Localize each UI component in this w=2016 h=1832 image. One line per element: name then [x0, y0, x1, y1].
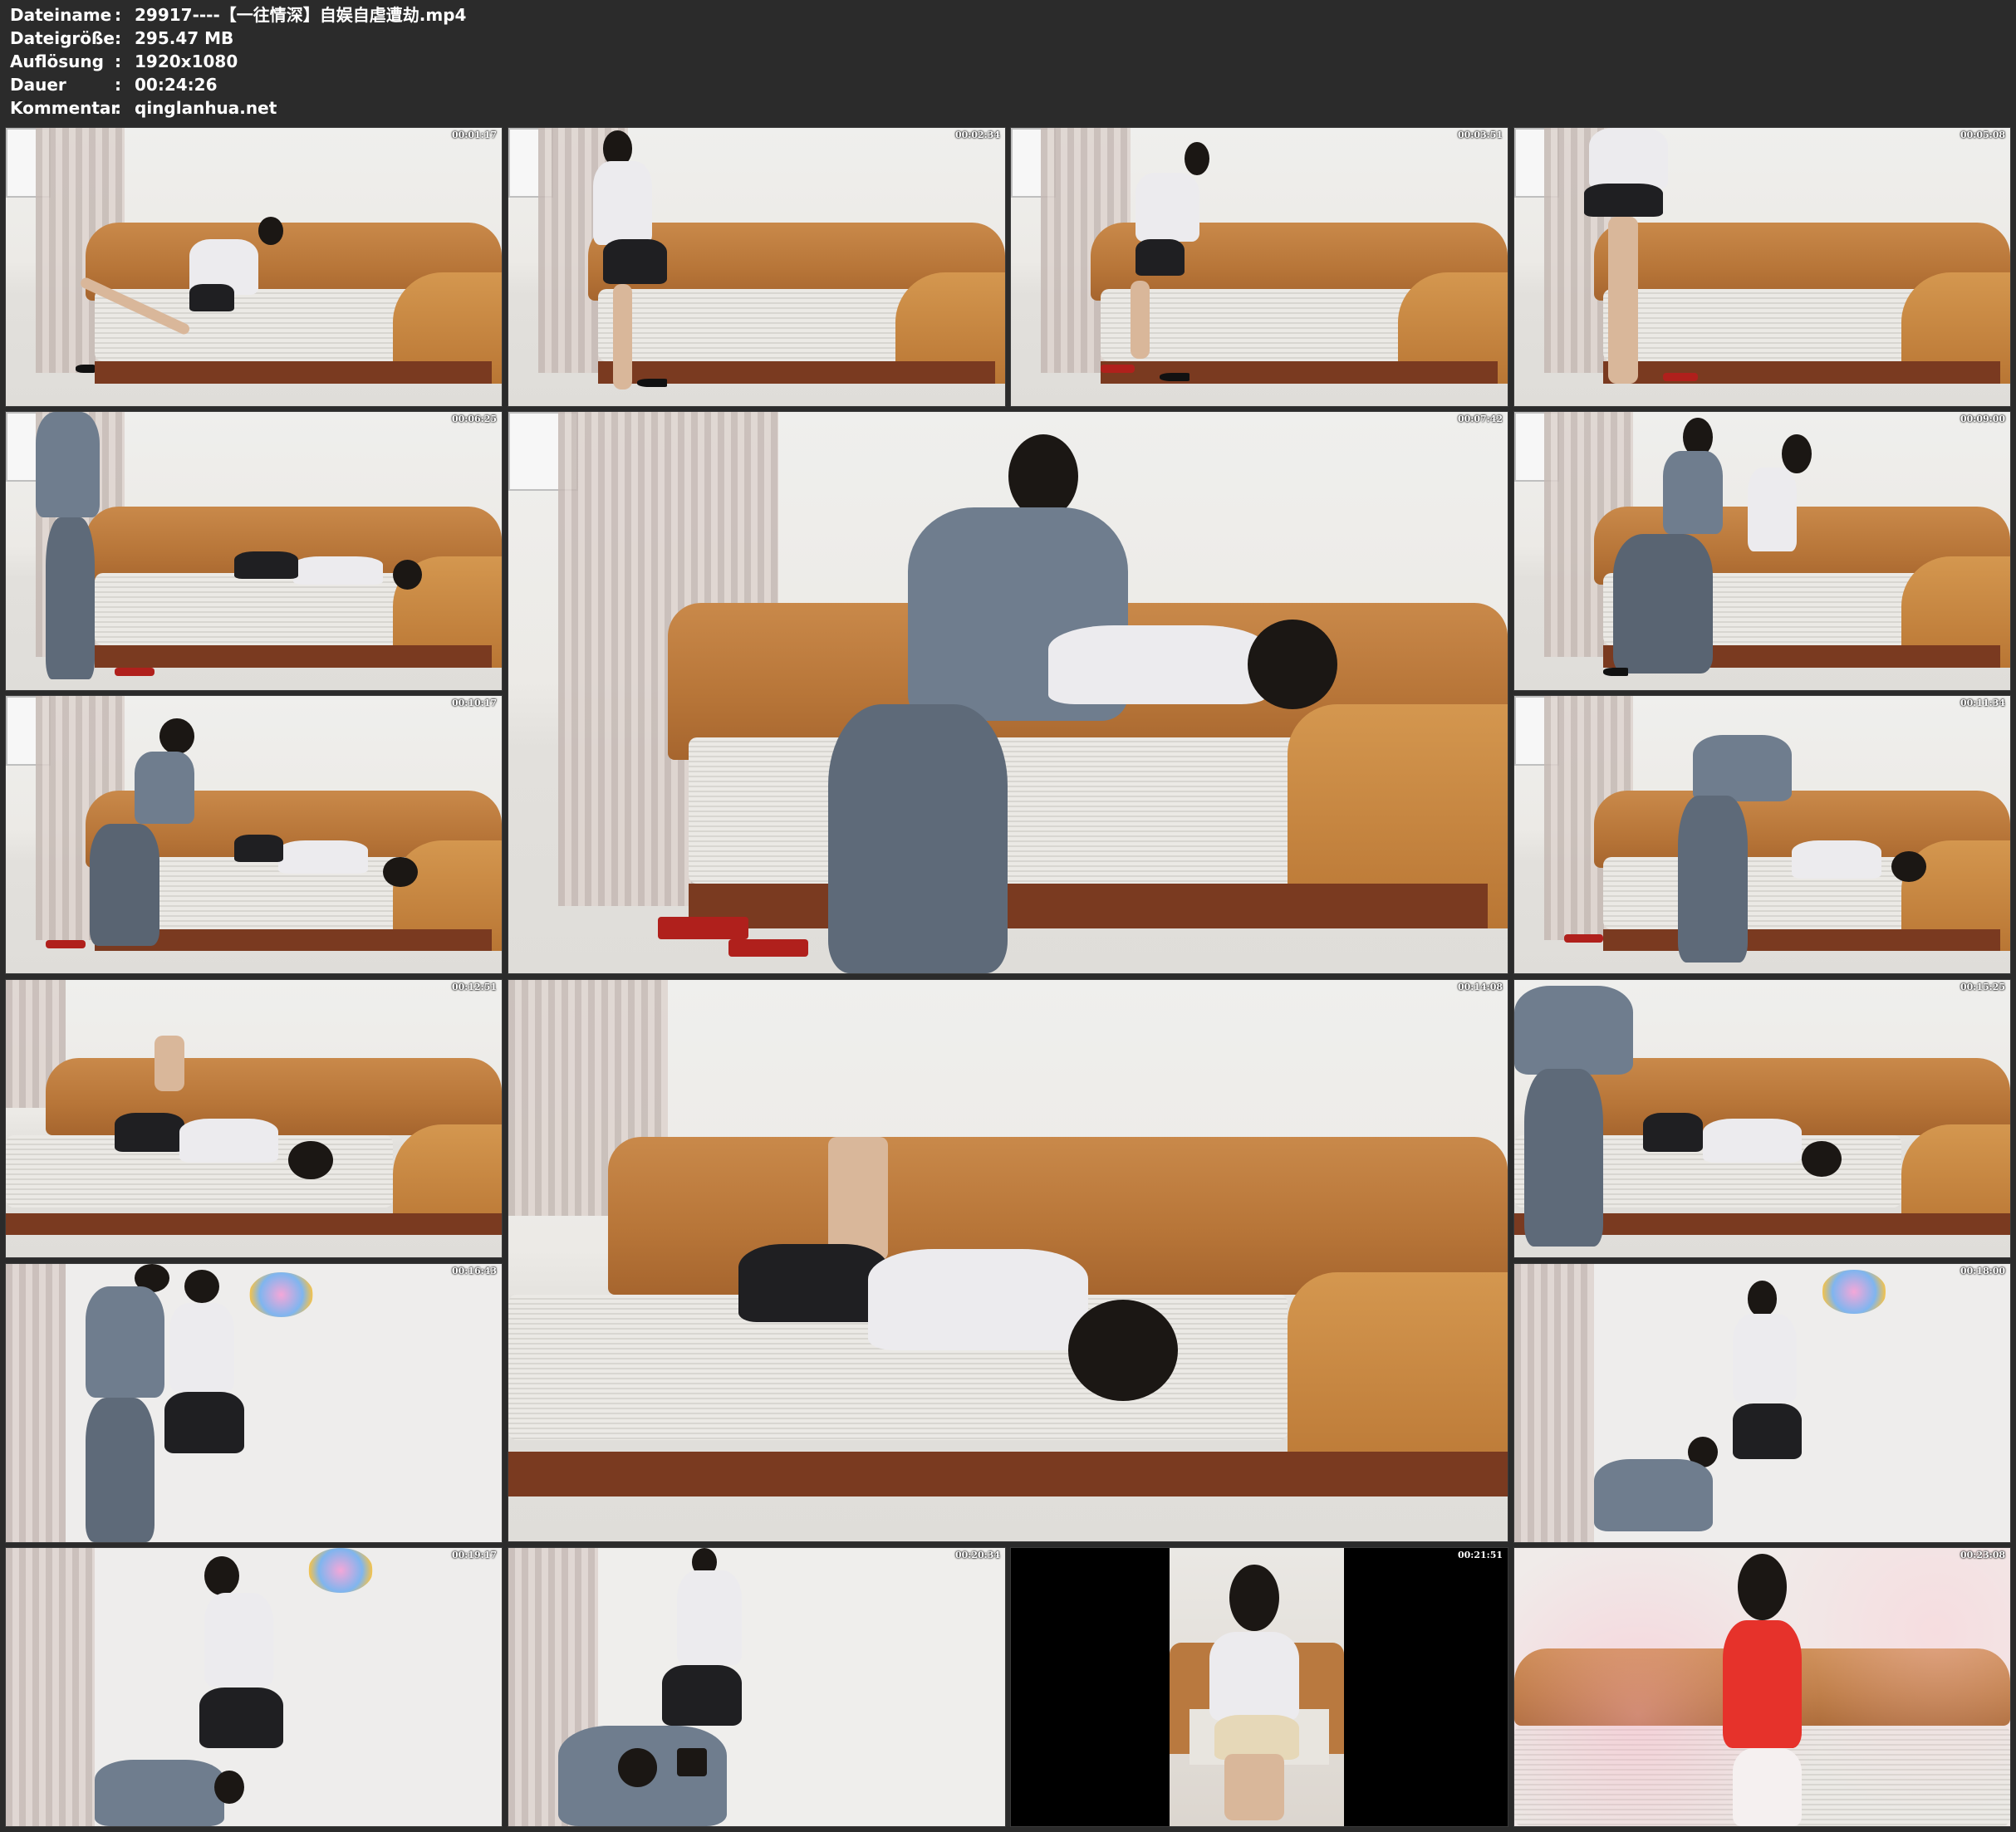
- file-info-label: Dauer: [10, 75, 66, 95]
- video-thumbnail[interactable]: 00:07:42: [508, 411, 1508, 974]
- file-info-separator: :: [115, 5, 121, 25]
- thumbnail-timestamp: 00:15:25: [1960, 982, 2005, 992]
- thumbnail-image: [6, 696, 502, 973]
- thumbnail-image: [1011, 128, 1508, 406]
- thumbnail-timestamp: 00:03:51: [1457, 130, 1503, 140]
- video-thumbnail[interactable]: 00:16:43: [5, 1263, 503, 1543]
- video-thumbnail[interactable]: 00:06:25: [5, 411, 503, 691]
- video-thumbnail[interactable]: 00:23:08: [1513, 1547, 2011, 1827]
- video-thumbnail[interactable]: 00:09:00: [1513, 411, 2011, 691]
- thumbnail-image: [508, 128, 1005, 406]
- thumbnail-image: [1514, 1548, 2010, 1826]
- file-info-separator: :: [115, 75, 121, 95]
- thumbnail-timestamp: 00:10:17: [451, 698, 497, 708]
- thumbnail-image: [1514, 412, 2010, 690]
- video-thumbnail[interactable]: 00:12:51: [5, 979, 503, 1258]
- thumbnail-image: [508, 980, 1508, 1541]
- file-info-label: Auflösung: [10, 51, 104, 71]
- thumbnail-timestamp: 00:02:34: [954, 130, 1000, 140]
- thumbnail-image: [1514, 1264, 2010, 1542]
- thumbnail-image: [1514, 128, 2010, 406]
- video-thumbnail[interactable]: 00:10:17: [5, 695, 503, 974]
- video-thumbnail[interactable]: 00:01:17: [5, 127, 503, 407]
- video-thumbnail[interactable]: 00:02:34: [508, 127, 1006, 407]
- thumbnail-image: [6, 1264, 502, 1542]
- file-info-value-filename: 29917----【一往情深】自娱自虐遭劫.mp4: [135, 5, 467, 25]
- thumbnail-timestamp: 00:05:08: [1960, 130, 2005, 140]
- thumbnail-timestamp: 00:16:43: [451, 1266, 497, 1276]
- thumbnail-timestamp: 00:06:25: [451, 414, 497, 424]
- video-thumbnail[interactable]: 00:11:34: [1513, 695, 2011, 974]
- file-info-panel: Dateiname : 29917----【一往情深】自娱自虐遭劫.mp4 Da…: [10, 3, 758, 120]
- video-thumbnail[interactable]: 00:03:51: [1010, 127, 1508, 407]
- file-info-separator: :: [115, 98, 121, 118]
- file-info-label: Dateiname: [10, 5, 112, 25]
- thumbnail-timestamp: 00:12:51: [451, 982, 497, 992]
- file-info-value-duration: 00:24:26: [135, 75, 218, 95]
- video-thumbnail[interactable]: 00:15:25: [1513, 979, 2011, 1258]
- thumbnail-timestamp: 00:19:17: [451, 1550, 497, 1560]
- thumbnail-image: [6, 128, 502, 406]
- thumbnail-image: [1011, 1548, 1508, 1826]
- video-thumbnail[interactable]: 00:05:08: [1513, 127, 2011, 407]
- thumbnail-timestamp: 00:07:42: [1457, 414, 1503, 424]
- thumbnail-timestamp: 00:21:51: [1457, 1550, 1503, 1560]
- file-info-label: Kommentar: [10, 98, 120, 118]
- file-info-row-filename: Dateiname : 29917----【一往情深】自娱自虐遭劫.mp4: [10, 3, 758, 27]
- file-info-row-filesize: Dateigröße : 295.47 MB: [10, 27, 758, 50]
- thumbnail-timestamp: 00:18:00: [1960, 1266, 2005, 1276]
- thumbnail-timestamp: 00:23:08: [1960, 1550, 2005, 1560]
- file-info-row-comment: Kommentar : qinglanhua.net: [10, 96, 758, 120]
- thumbnail-timestamp: 00:09:00: [1960, 414, 2005, 424]
- video-thumbnail[interactable]: 00:20:34: [508, 1547, 1006, 1827]
- thumbnail-timestamp: 00:01:17: [451, 130, 497, 140]
- thumbnail-image: [508, 412, 1508, 973]
- video-thumbnail[interactable]: 00:18:00: [1513, 1263, 2011, 1543]
- file-info-label: Dateigröße: [10, 28, 115, 48]
- file-info-value-filesize: 295.47 MB: [135, 28, 234, 48]
- thumbnail-image: [6, 1548, 502, 1826]
- file-info-row-resolution: Auflösung : 1920x1080: [10, 50, 758, 73]
- video-thumbnail[interactable]: 00:19:17: [5, 1547, 503, 1827]
- thumbnail-timestamp: 00:14:08: [1457, 982, 1503, 992]
- video-thumbnail[interactable]: 00:14:08: [508, 979, 1508, 1542]
- thumbnail-timestamp: 00:20:34: [954, 1550, 1000, 1560]
- thumbnail-image: [1514, 696, 2010, 973]
- thumbnail-image: [6, 412, 502, 690]
- file-info-row-duration: Dauer : 00:24:26: [10, 73, 758, 96]
- file-info-separator: :: [115, 51, 121, 71]
- thumbnail-image: [6, 980, 502, 1257]
- file-info-value-comment: qinglanhua.net: [135, 98, 277, 118]
- thumbnail-image: [1514, 980, 2010, 1257]
- file-info-separator: :: [115, 28, 121, 48]
- thumbnail-timestamp: 00:11:34: [1960, 698, 2005, 708]
- thumbnail-image: [508, 1548, 1005, 1826]
- video-thumbnail[interactable]: 00:21:51: [1010, 1547, 1508, 1827]
- file-info-value-resolution: 1920x1080: [135, 51, 238, 71]
